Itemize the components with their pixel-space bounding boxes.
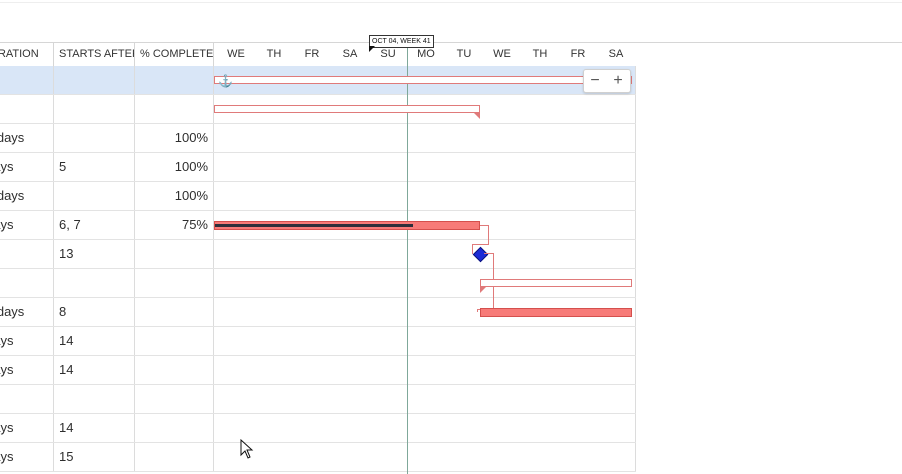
top-toolbar-area xyxy=(0,0,902,42)
anchor-icon[interactable]: ⚓ xyxy=(218,74,233,88)
percent-cell[interactable] xyxy=(135,298,214,326)
percent-cell[interactable]: 75% xyxy=(135,211,214,239)
percent-cell[interactable]: 100% xyxy=(135,182,214,210)
day-header: WE xyxy=(493,48,511,60)
starts-after-cell[interactable]: 8 xyxy=(54,298,135,326)
starts-after-cell[interactable] xyxy=(54,385,135,413)
header-percent-complete[interactable]: % COMPLETE xyxy=(135,43,214,66)
task-bar[interactable] xyxy=(214,221,480,230)
day-header: FR xyxy=(304,48,320,60)
duration-cell[interactable] xyxy=(0,240,54,268)
starts-after-cell[interactable]: 15 xyxy=(54,443,135,471)
duration-cell[interactable] xyxy=(0,66,54,94)
gantt-cell xyxy=(214,414,636,442)
gantt-cell xyxy=(214,385,636,413)
percent-cell[interactable]: 100% xyxy=(135,153,214,181)
day-header: TH xyxy=(266,48,282,60)
duration-cell[interactable]: days xyxy=(0,153,54,181)
gantt-cell xyxy=(214,240,636,268)
gantt-cell xyxy=(214,327,636,355)
summary-bar[interactable] xyxy=(214,105,480,113)
duration-cell[interactable] xyxy=(0,95,54,123)
table-row[interactable] xyxy=(0,385,636,414)
table-row[interactable]: 0 days 100% xyxy=(0,182,636,211)
dependency-line xyxy=(480,225,489,245)
duration-cell[interactable]: 0 days xyxy=(0,182,54,210)
day-header: SA xyxy=(342,48,358,60)
table-row[interactable]: 0 days 100% xyxy=(0,124,636,153)
percent-cell[interactable] xyxy=(135,414,214,442)
duration-cell[interactable]: 0 days xyxy=(0,124,54,152)
task-progress-fill xyxy=(215,224,413,227)
percent-cell[interactable] xyxy=(135,385,214,413)
percent-cell[interactable] xyxy=(135,66,214,94)
duration-cell[interactable]: days xyxy=(0,443,54,471)
table-row[interactable]: days 15 xyxy=(0,443,636,472)
percent-cell[interactable] xyxy=(135,356,214,384)
header-empty-area xyxy=(636,42,902,67)
starts-after-cell[interactable]: 14 xyxy=(54,327,135,355)
zoom-control: − + xyxy=(583,69,631,93)
percent-cell[interactable] xyxy=(135,327,214,355)
header-starts-after[interactable]: STARTS AFTER xyxy=(54,43,135,66)
gantt-cell xyxy=(214,182,636,210)
day-header: SA xyxy=(608,48,624,60)
starts-after-cell[interactable]: 14 xyxy=(54,414,135,442)
starts-after-cell[interactable] xyxy=(54,124,135,152)
percent-cell[interactable]: 100% xyxy=(135,124,214,152)
table-row[interactable]: 13 xyxy=(0,240,636,269)
percent-cell[interactable] xyxy=(135,95,214,123)
day-header: FR xyxy=(570,48,586,60)
table-row[interactable]: days 14 xyxy=(0,327,636,356)
gantt-cell xyxy=(214,153,636,181)
summary-bar[interactable] xyxy=(480,279,632,287)
percent-cell[interactable] xyxy=(135,269,214,297)
zoom-out-button[interactable]: − xyxy=(584,70,606,92)
duration-cell[interactable]: days xyxy=(0,327,54,355)
zoom-in-button[interactable]: + xyxy=(607,70,629,92)
gantt-cell xyxy=(214,124,636,152)
day-header: TU xyxy=(456,48,472,60)
summary-end-marker xyxy=(474,113,480,119)
percent-cell[interactable] xyxy=(135,443,214,471)
duration-cell[interactable] xyxy=(0,269,54,297)
date-flag-icon xyxy=(369,46,375,52)
starts-after-cell[interactable]: 6, 7 xyxy=(54,211,135,239)
mouse-cursor-icon xyxy=(240,439,254,459)
day-header: TH xyxy=(532,48,548,60)
starts-after-cell[interactable] xyxy=(54,95,135,123)
starts-after-cell[interactable] xyxy=(54,66,135,94)
starts-after-cell[interactable] xyxy=(54,182,135,210)
date-tooltip: OCT 04, WEEK 41 xyxy=(369,35,434,48)
starts-after-cell[interactable] xyxy=(54,269,135,297)
gantt-cell xyxy=(214,443,636,471)
header-duration[interactable]: URATION xyxy=(0,43,54,66)
column-header-row: URATION STARTS AFTER % COMPLETE WE TH FR… xyxy=(0,42,636,67)
divider xyxy=(0,2,902,3)
starts-after-cell[interactable]: 13 xyxy=(54,240,135,268)
project-summary-bar[interactable] xyxy=(214,76,632,84)
day-header: WE xyxy=(227,48,245,60)
table-row[interactable]: days 14 xyxy=(0,414,636,443)
task-bar[interactable] xyxy=(480,308,632,317)
duration-cell[interactable]: days xyxy=(0,356,54,384)
duration-cell[interactable]: days xyxy=(0,211,54,239)
duration-cell[interactable]: days xyxy=(0,414,54,442)
duration-cell[interactable]: 0 days xyxy=(0,298,54,326)
summary-start-marker xyxy=(480,287,486,293)
percent-cell[interactable] xyxy=(135,240,214,268)
table-row[interactable]: days 14 xyxy=(0,356,636,385)
gantt-cell xyxy=(214,356,636,384)
duration-cell[interactable] xyxy=(0,385,54,413)
starts-after-cell[interactable]: 14 xyxy=(54,356,135,384)
table-row[interactable]: days 5 100% xyxy=(0,153,636,182)
starts-after-cell[interactable]: 5 xyxy=(54,153,135,181)
